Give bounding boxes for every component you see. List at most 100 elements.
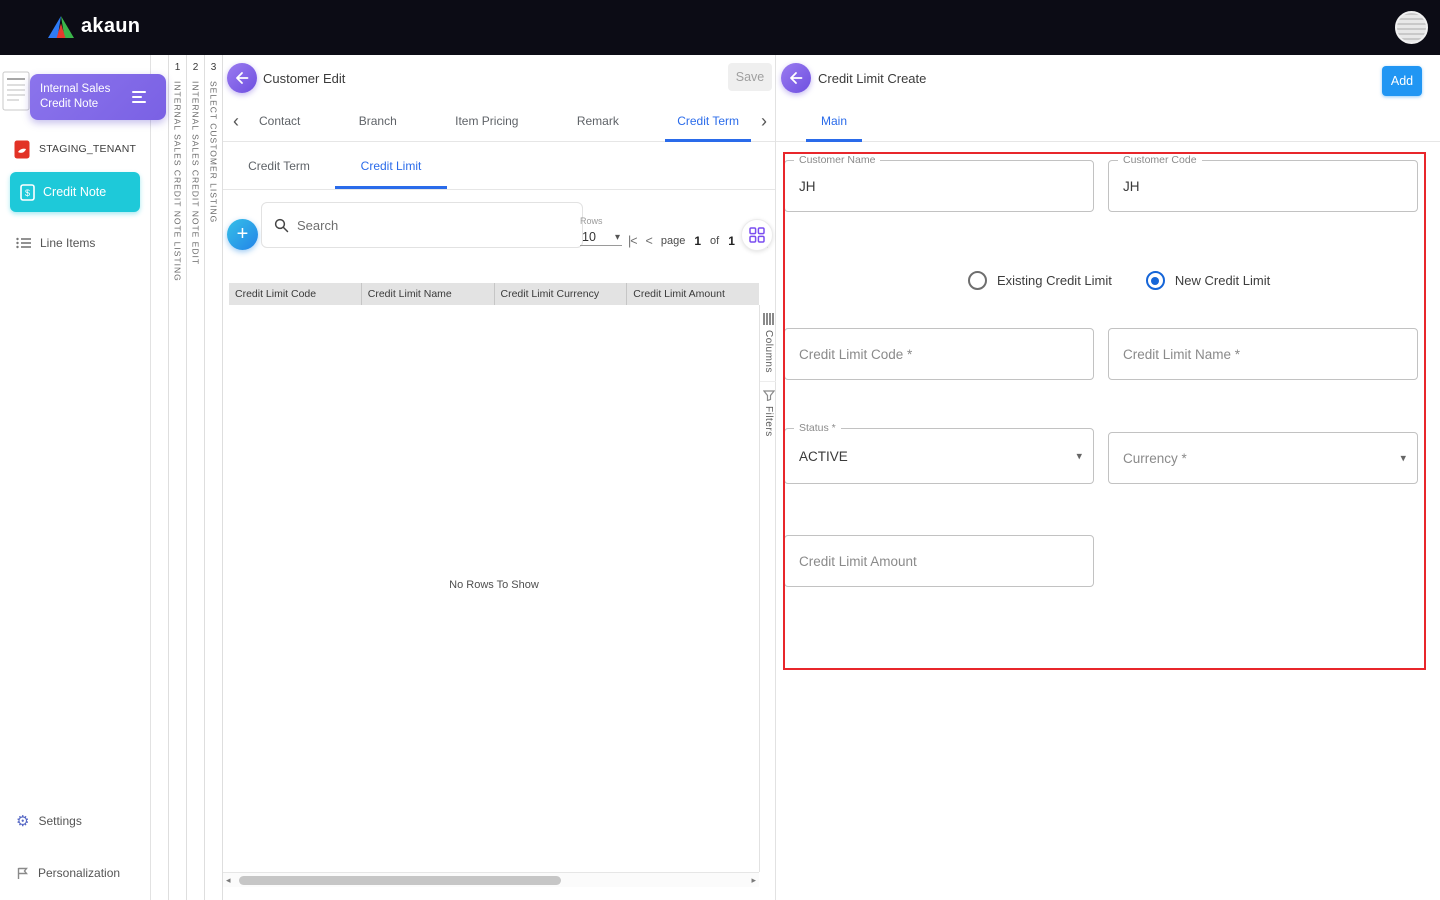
create-tabbar: Main (776, 100, 1440, 142)
rows-caret-icon: ▾ (614, 231, 620, 243)
rows-value: 10 (582, 230, 596, 244)
tab-branch[interactable]: Branch (347, 100, 409, 142)
column-credit-limit-name[interactable]: Credit Limit Name (360, 283, 494, 305)
page-word: page (660, 235, 686, 247)
columns-icon (763, 313, 774, 325)
customer-code-input[interactable] (1109, 161, 1417, 211)
tab-credit-term[interactable]: Credit Term (665, 100, 751, 142)
back-arrow-icon (790, 72, 803, 84)
tab-main[interactable]: Main (806, 100, 862, 142)
rows-per-page: Rows 10 ▾ (580, 216, 622, 246)
save-button[interactable]: Save (728, 63, 772, 91)
empty-table-message: No Rows To Show (449, 579, 539, 591)
page-title: Customer Edit (263, 71, 346, 86)
credit-limit-name-input[interactable] (1109, 329, 1417, 379)
step-strip-3[interactable]: 3 SELECT CUSTOMER LISTING (204, 55, 222, 900)
credit-note-document-icon (2, 71, 30, 111)
tabs-scroll-left-icon[interactable]: ‹ (227, 100, 245, 142)
tab-contact[interactable]: Contact (247, 100, 312, 142)
sidebar-item-settings[interactable]: ⚙ Settings (16, 808, 82, 834)
page-title: Credit Limit Create (818, 71, 927, 86)
customer-edit-panel: Customer Edit Save ‹ Contact Branch Item… (222, 55, 777, 900)
rows-select[interactable]: 10 ▾ (580, 228, 622, 246)
table-tools-strip: Columns Filters (759, 305, 777, 872)
sidebar-item-tenant[interactable]: STAGING_TENANT (14, 136, 136, 162)
column-credit-limit-currency[interactable]: Credit Limit Currency (493, 283, 627, 305)
user-avatar[interactable] (1395, 11, 1428, 44)
step-label: SELECT CUSTOMER LISTING (208, 81, 219, 224)
filters-tool[interactable]: Filters (760, 380, 777, 445)
plus-icon: + (236, 223, 249, 245)
sidebar-item-line-items[interactable]: Line Items (16, 230, 95, 256)
module-banner-label: Internal Sales Credit Note (40, 83, 111, 110)
svg-text:$: $ (25, 188, 30, 198)
first-page-button[interactable]: |< (628, 234, 637, 248)
scrollbar-thumb[interactable] (239, 876, 561, 885)
sidebar-item-personalization[interactable]: Personalization (16, 860, 120, 886)
screen: akaun Internal Sales Credit Note STAGING… (0, 0, 1440, 900)
columns-tool[interactable]: Columns (760, 305, 777, 381)
customer-code-field[interactable]: Customer Code (1108, 154, 1418, 212)
tabs-container: Contact Branch Item Pricing Remark Credi… (247, 100, 751, 142)
existing-credit-limit-label: Existing Credit Limit (997, 273, 1112, 288)
credit-limit-name-field[interactable] (1108, 328, 1418, 380)
collapse-menu-icon[interactable] (132, 91, 146, 103)
tab-remark[interactable]: Remark (565, 100, 631, 142)
sidebar: Internal Sales Credit Note STAGING_TENAN… (0, 55, 166, 900)
tabs-scroll-right-icon[interactable]: › (755, 100, 773, 142)
rows-label: Rows (580, 216, 603, 226)
line-items-icon (16, 237, 31, 249)
step-strip-2[interactable]: 2 INTERNAL SALES CREDIT NOTE EDIT (186, 55, 204, 900)
credit-limit-amount-input[interactable] (785, 536, 1093, 586)
subtab-credit-term[interactable]: Credit Term (223, 142, 335, 189)
tenant-label: STAGING_TENANT (39, 143, 137, 155)
step-label: INTERNAL SALES CREDIT NOTE EDIT (190, 81, 201, 266)
grid-icon (749, 227, 765, 243)
currency-select[interactable]: ▾ (1108, 432, 1418, 484)
search-box (261, 202, 583, 248)
add-button[interactable]: Add (1382, 66, 1422, 96)
line-items-label: Line Items (40, 236, 96, 250)
grid-view-button[interactable] (741, 219, 773, 251)
credit-limit-code-field[interactable] (784, 328, 1094, 380)
logo-triangle-icon (48, 15, 74, 38)
credit-limit-code-input[interactable] (785, 329, 1093, 379)
credit-note-icon: $ (20, 183, 35, 201)
tab-item-pricing[interactable]: Item Pricing (443, 100, 530, 142)
settings-gear-icon: ⚙ (16, 812, 30, 830)
column-credit-limit-amount[interactable]: Credit Limit Amount (626, 283, 759, 305)
customer-edit-tabbar: ‹ Contact Branch Item Pricing Remark Cre… (223, 100, 775, 142)
columns-tool-label: Columns (763, 330, 774, 373)
scroll-left-icon[interactable]: ◂ (226, 873, 231, 888)
step-number: 1 (174, 62, 181, 73)
status-select[interactable]: Status * ACTIVE ▾ (784, 422, 1094, 484)
sidebar-item-credit-note[interactable]: $ Credit Note (10, 172, 140, 212)
topbar: akaun (0, 0, 1440, 55)
add-row-button[interactable]: + (227, 219, 258, 250)
back-button[interactable] (781, 63, 811, 93)
credit-limit-create-panel: Credit Limit Create Add Main Customer Na… (776, 55, 1440, 900)
customer-name-field[interactable]: Customer Name (784, 154, 1094, 212)
subtab-credit-limit[interactable]: Credit Limit (335, 142, 447, 189)
module-banner[interactable]: Internal Sales Credit Note (30, 74, 166, 120)
currency-input[interactable] (1109, 433, 1417, 483)
column-credit-limit-code[interactable]: Credit Limit Code (229, 283, 361, 305)
personalization-icon (17, 867, 28, 879)
credit-limit-amount-field[interactable] (784, 535, 1094, 587)
search-input[interactable] (297, 217, 527, 233)
back-button[interactable] (227, 63, 257, 93)
customer-name-input[interactable] (785, 161, 1093, 211)
step-strip-1[interactable]: 1 INTERNAL SALES CREDIT NOTE LISTING (168, 55, 186, 900)
prev-page-button[interactable]: < (646, 234, 653, 248)
back-arrow-icon (236, 72, 249, 84)
settings-label: Settings (38, 814, 82, 828)
search-icon (274, 218, 289, 232)
status-value: ACTIVE (799, 448, 848, 464)
filter-icon (762, 390, 775, 401)
scroll-right-icon[interactable]: ▸ (751, 873, 756, 888)
tenant-pdf-icon (14, 140, 30, 158)
existing-credit-limit-radio[interactable] (968, 271, 987, 290)
horizontal-scrollbar[interactable]: ◂ ▸ (223, 872, 759, 887)
new-credit-limit-radio[interactable] (1145, 271, 1165, 290)
credit-limit-type-radio-group: Existing Credit Limit New Credit Limit (968, 271, 1270, 290)
